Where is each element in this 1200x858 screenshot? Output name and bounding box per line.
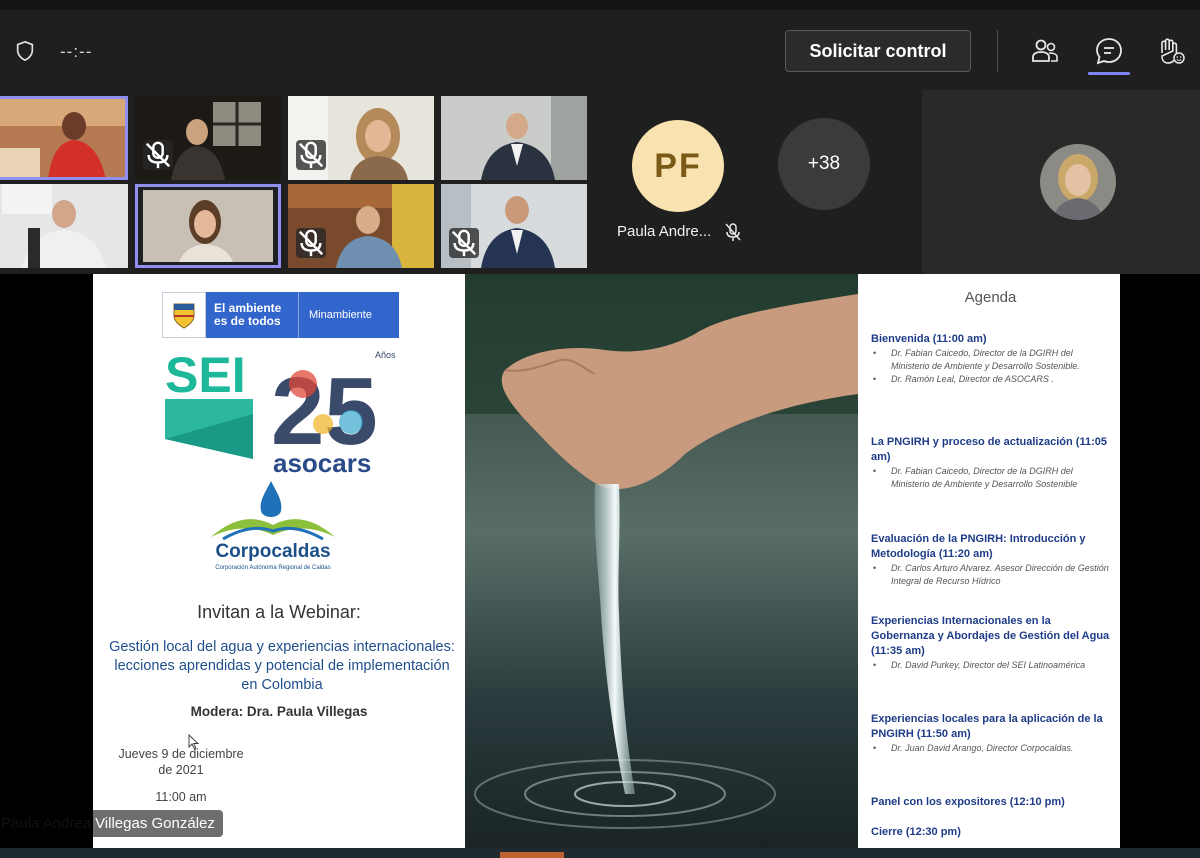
participant-video-tile[interactable]: [288, 184, 434, 268]
agenda-panel: Agenda Bienvenida (11:00 am) Dr. Fabian …: [858, 274, 1120, 848]
raise-hand-icon[interactable]: [1156, 36, 1186, 66]
agenda-item-title: Panel con los expositores (12:10 pm): [871, 796, 1065, 808]
participant-video-tile[interactable]: [0, 184, 128, 268]
agenda-item: Bienvenida (11:00 am) Dr. Fabian Caicedo…: [871, 332, 1111, 386]
agenda-item: Cierre (12:30 pm): [871, 825, 1111, 840]
slide-invitation-panel: El ambiente es de todos Minambiente SEI …: [93, 274, 465, 848]
participant-video-tile[interactable]: [288, 96, 434, 180]
agenda-title: Agenda: [964, 289, 1017, 306]
agenda-speaker: Dr. Ramón Leal, Director de ASOCARS .: [871, 373, 1111, 386]
corpocaldas-logo: Corpocaldas Corporación Autónoma Regiona…: [203, 479, 343, 574]
presenter-last-name: Villegas González: [93, 809, 223, 837]
request-control-button[interactable]: Solicitar control: [785, 30, 971, 72]
more-participants-button[interactable]: +38: [778, 118, 870, 210]
people-icon[interactable]: [1030, 36, 1060, 66]
agenda-speaker: Dr. Fabian Caicedo, Director de la DGIRH…: [871, 465, 1111, 491]
sei-wordmark: SEI: [165, 347, 246, 403]
webinar-topic: Gestión local del agua y experiencias in…: [109, 639, 455, 693]
participant-video-tile[interactable]: [441, 96, 587, 180]
window-top-strip: [0, 0, 1200, 10]
webinar-date: Jueves 9 de diciembre de 2021: [118, 747, 244, 777]
corpocaldas-subtitle: Corporación Autónoma Regional de Caldas: [215, 565, 331, 571]
agenda-item-title: Experiencias Internacionales en la Gober…: [871, 615, 1110, 657]
mic-off-indicator: [143, 140, 173, 170]
toolbar-divider: [997, 30, 998, 72]
mic-off-indicator: [296, 140, 326, 170]
agenda-item-title: Evaluación de la PNGIRH: Introducción y …: [871, 533, 1086, 560]
agenda-item-title: Cierre (12:30 pm): [871, 826, 961, 838]
meeting-timer: --:--: [60, 42, 93, 61]
gov-ministry: Minambiente: [298, 292, 372, 338]
chat-icon[interactable]: [1094, 36, 1124, 66]
sei-asocars-logos: SEI 25 Años asocars: [163, 344, 403, 479]
agenda-item: La PNGIRH y proceso de actualización (11…: [871, 435, 1111, 491]
anniversary-label: Años: [375, 350, 396, 360]
participant-video: [441, 96, 587, 180]
participant-video-tile[interactable]: [135, 96, 281, 180]
participant-name: Paula Andre...: [617, 223, 712, 240]
participant-video: [0, 184, 128, 268]
participant-video: [135, 184, 281, 268]
agenda-item: Evaluación de la PNGIRH: Introducción y …: [871, 532, 1111, 588]
mouse-cursor-icon: [188, 734, 200, 750]
mic-off-icon: [298, 229, 324, 257]
shared-content-stage: El ambiente es de todos Minambiente SEI …: [0, 274, 1200, 858]
corpocaldas-wordmark: Corpocaldas: [215, 541, 331, 562]
sei-logo: SEI 25 Años asocars: [165, 347, 396, 478]
meeting-toolbar: --:-- Solicitar control: [0, 0, 1200, 90]
participant-video-tile[interactable]: [441, 184, 587, 268]
agenda-speaker: Dr. David Purkey, Director del SEI Latin…: [871, 659, 1111, 672]
participant-video-tile[interactable]: [135, 184, 281, 268]
agenda-item: Experiencias Internacionales en la Gober…: [871, 614, 1111, 672]
mic-off-icon: [451, 229, 477, 257]
taskbar-strip: [0, 848, 1200, 858]
mic-off-icon: [725, 223, 741, 241]
participant-video: [0, 96, 128, 180]
participant-video-tile[interactable]: [0, 96, 128, 180]
presenter-name-tag: Paula Andrea Villegas González: [0, 808, 223, 838]
agenda-item-title: Bienvenida (11:00 am): [871, 333, 987, 345]
agenda-item-title: La PNGIRH y proceso de actualización (11…: [871, 436, 1107, 463]
participant-avatar-initials[interactable]: PF: [632, 120, 724, 212]
presenter-first-name: Paula Andrea: [1, 814, 92, 832]
water-hand-photo: [465, 274, 858, 848]
agenda-speaker: Dr. Fabian Caicedo, Director de la DGIRH…: [871, 347, 1111, 373]
chat-active-indicator: [1088, 72, 1130, 75]
agenda-speaker: Dr. Carlos Arturo Alvarez. Asesor Direcc…: [871, 562, 1111, 588]
mic-off-indicator: [296, 228, 326, 258]
self-avatar: [1040, 144, 1116, 220]
moderator: Modera: Dra. Paula Villegas: [190, 704, 368, 719]
invitation-heading: Invitan a la Webinar:: [197, 602, 361, 622]
taskbar-indicator: [500, 852, 564, 858]
participant-gallery: PF +38 Paula Andre...: [0, 90, 1200, 274]
mic-off-indicator: [449, 228, 479, 258]
colombia-seal-icon: [162, 292, 206, 338]
self-view-panel[interactable]: [922, 90, 1200, 274]
agenda-item: Panel con los expositores (12:10 pm): [871, 795, 1111, 810]
mic-off-icon: [145, 141, 171, 169]
webinar-time: 11:00 am: [155, 790, 207, 804]
agenda-speaker: Dr. Juan David Arango, Director Corpocal…: [871, 742, 1111, 755]
agenda-item-title: Experiencias locales para la aplicación …: [871, 713, 1103, 740]
shield-icon[interactable]: [14, 40, 36, 62]
shared-slide: El ambiente es de todos Minambiente SEI …: [93, 274, 1120, 848]
gov-slogan: El ambiente es de todos: [214, 301, 282, 328]
agenda-item: Experiencias locales para la aplicación …: [871, 712, 1111, 755]
asocars-wordmark: asocars: [273, 448, 371, 478]
mic-off-icon: [298, 141, 324, 169]
minambiente-logo: El ambiente es de todos Minambiente: [162, 292, 399, 338]
